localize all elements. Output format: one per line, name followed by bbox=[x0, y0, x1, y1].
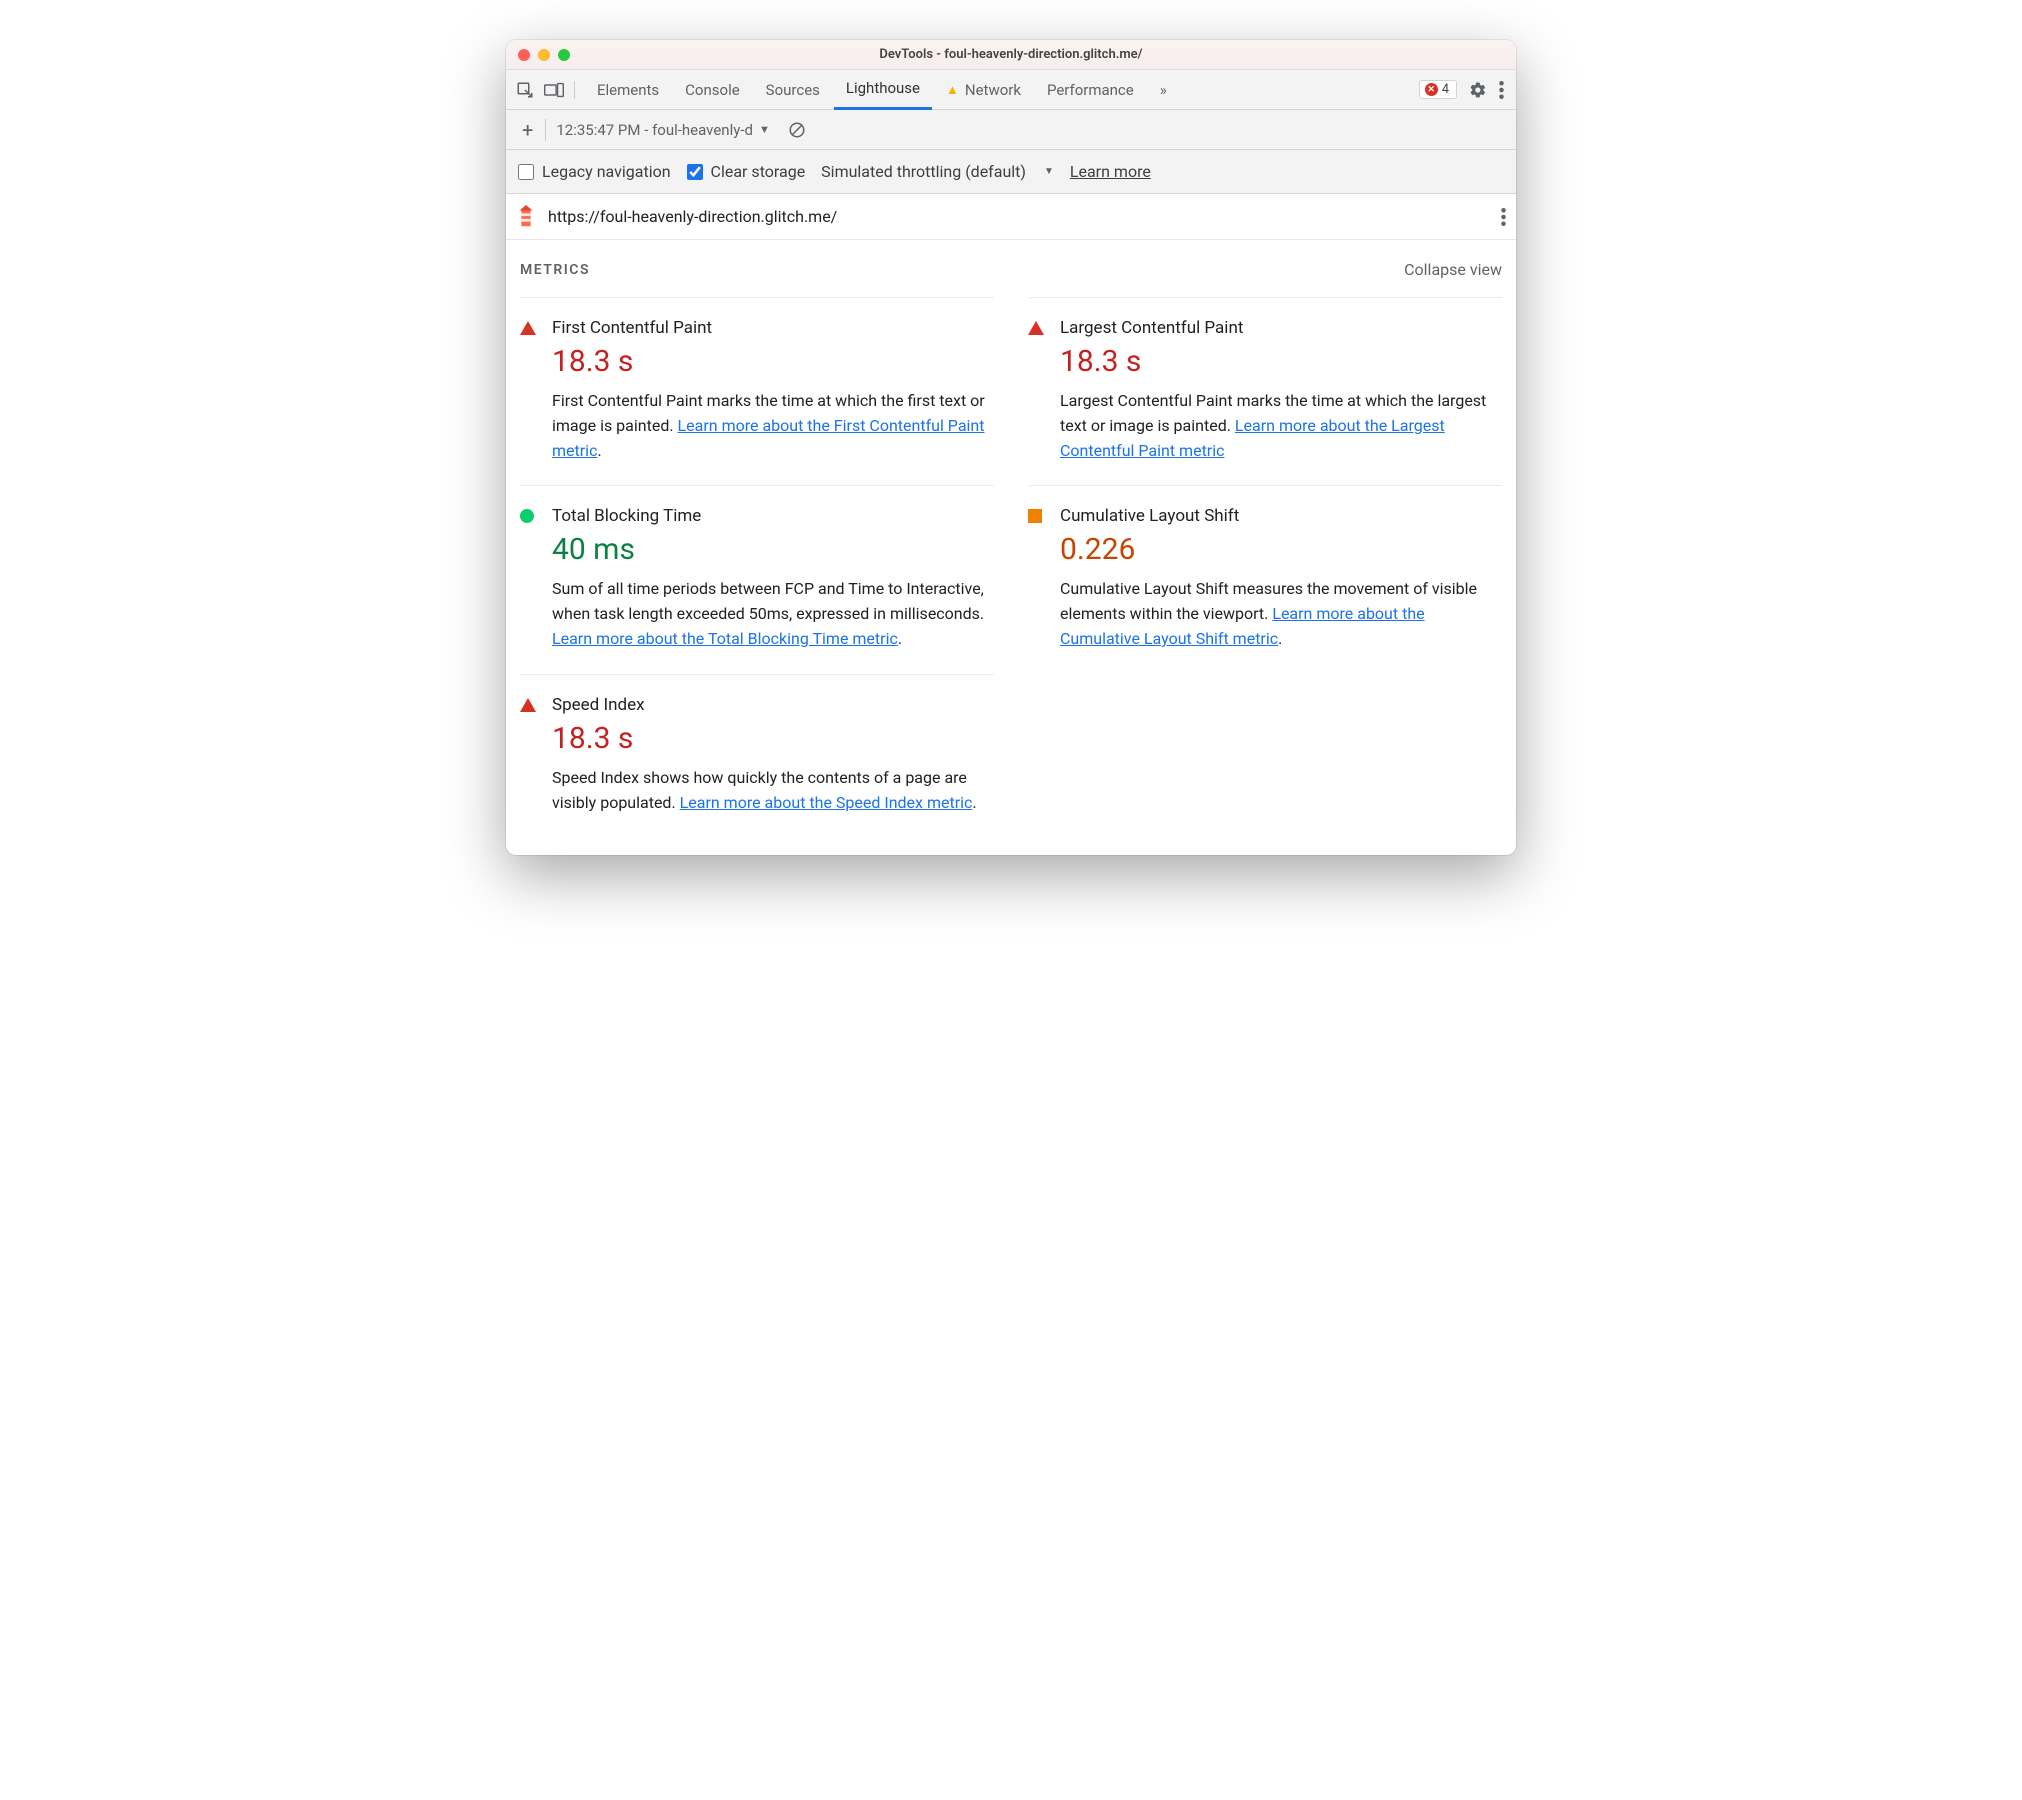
chevron-down-icon: ▼ bbox=[759, 123, 770, 136]
window-title: DevTools - foul-heavenly-direction.glitc… bbox=[506, 47, 1516, 62]
clear-icon[interactable] bbox=[788, 121, 806, 139]
report-url: https://foul-heavenly-direction.glitch.m… bbox=[548, 207, 1501, 226]
status-fail-icon bbox=[1028, 321, 1044, 335]
metric-si: Speed Index 18.3 s Speed Index shows how… bbox=[520, 674, 994, 838]
lighthouse-settings-bar: Legacy navigation Clear storage Simulate… bbox=[506, 150, 1516, 194]
error-icon: ✕ bbox=[1425, 83, 1438, 96]
metric-value: 18.3 s bbox=[552, 721, 994, 756]
metric-fcp: First Contentful Paint 18.3 s First Cont… bbox=[520, 297, 994, 485]
report-label: 12:35:47 PM - foul-heavenly-d bbox=[556, 121, 753, 139]
metric-name: Cumulative Layout Shift bbox=[1060, 506, 1502, 526]
metric-value: 18.3 s bbox=[1060, 344, 1502, 379]
metric-value: 18.3 s bbox=[552, 344, 994, 379]
clear-storage-label: Clear storage bbox=[711, 162, 806, 181]
report-menu-icon[interactable] bbox=[1501, 208, 1506, 226]
status-average-icon bbox=[1028, 509, 1042, 523]
metric-lcp: Largest Contentful Paint 18.3 s Largest … bbox=[1028, 297, 1502, 485]
status-pass-icon bbox=[520, 509, 534, 523]
devtools-window: DevTools - foul-heavenly-direction.glitc… bbox=[506, 40, 1516, 855]
inspect-element-icon[interactable] bbox=[516, 81, 534, 99]
lighthouse-icon bbox=[514, 205, 538, 229]
panel-tabs: Elements Console Sources Lighthouse ▲ Ne… bbox=[585, 70, 1179, 110]
metric-name: Speed Index bbox=[552, 695, 994, 715]
metric-tbt: Total Blocking Time 40 ms Sum of all tim… bbox=[520, 485, 994, 673]
warning-icon: ▲ bbox=[946, 82, 959, 98]
report-url-bar: https://foul-heavenly-direction.glitch.m… bbox=[506, 194, 1516, 240]
collapse-view-button[interactable]: Collapse view bbox=[1404, 260, 1502, 279]
tab-overflow[interactable]: » bbox=[1148, 70, 1179, 110]
main-toolbar: Elements Console Sources Lighthouse ▲ Ne… bbox=[506, 70, 1516, 110]
more-options-icon[interactable] bbox=[1499, 81, 1504, 99]
legacy-navigation-label: Legacy navigation bbox=[542, 162, 671, 181]
metric-description: Largest Contentful Paint marks the time … bbox=[1060, 389, 1502, 463]
tab-sources[interactable]: Sources bbox=[754, 70, 832, 110]
new-report-button[interactable]: + bbox=[514, 118, 541, 142]
lighthouse-session-bar: + 12:35:47 PM - foul-heavenly-d ▼ bbox=[506, 110, 1516, 150]
report-selector[interactable]: 12:35:47 PM - foul-heavenly-d ▼ bbox=[550, 121, 775, 139]
window-titlebar: DevTools - foul-heavenly-direction.glitc… bbox=[506, 40, 1516, 70]
metrics-grid: First Contentful Paint 18.3 s First Cont… bbox=[506, 297, 1516, 855]
metrics-header: METRICS Collapse view bbox=[506, 240, 1516, 297]
learn-more-link[interactable]: Learn more bbox=[1070, 162, 1151, 181]
settings-icon[interactable] bbox=[1469, 81, 1487, 99]
metric-learn-more-link[interactable]: Learn more about the Speed Index metric bbox=[680, 793, 973, 812]
status-fail-icon bbox=[520, 698, 536, 712]
metric-name: Largest Contentful Paint bbox=[1060, 318, 1502, 338]
device-toolbar-icon[interactable] bbox=[544, 81, 564, 99]
throttling-selector[interactable]: Simulated throttling (default) bbox=[821, 162, 1054, 181]
metric-name: First Contentful Paint bbox=[552, 318, 994, 338]
metric-value: 0.226 bbox=[1060, 532, 1502, 567]
metric-learn-more-link[interactable]: Learn more about the Total Blocking Time… bbox=[552, 629, 898, 648]
metric-value: 40 ms bbox=[552, 532, 994, 567]
metric-description: Sum of all time periods between FCP and … bbox=[552, 577, 994, 651]
legacy-navigation-checkbox[interactable]: Legacy navigation bbox=[518, 162, 671, 181]
metrics-title: METRICS bbox=[520, 262, 590, 278]
metric-cls: Cumulative Layout Shift 0.226 Cumulative… bbox=[1028, 485, 1502, 673]
tab-console[interactable]: Console bbox=[673, 70, 752, 110]
clear-storage-checkbox[interactable]: Clear storage bbox=[687, 162, 806, 181]
tab-lighthouse[interactable]: Lighthouse bbox=[834, 70, 932, 110]
error-count-badge[interactable]: ✕ 4 bbox=[1419, 80, 1457, 99]
error-count: 4 bbox=[1442, 82, 1449, 97]
metric-description: Cumulative Layout Shift measures the mov… bbox=[1060, 577, 1502, 651]
metric-description: Speed Index shows how quickly the conten… bbox=[552, 766, 994, 816]
status-fail-icon bbox=[520, 321, 536, 335]
tab-network[interactable]: ▲ Network bbox=[934, 70, 1033, 110]
metric-description: First Contentful Paint marks the time at… bbox=[552, 389, 994, 463]
metric-name: Total Blocking Time bbox=[552, 506, 994, 526]
tab-performance[interactable]: Performance bbox=[1035, 70, 1146, 110]
tab-elements[interactable]: Elements bbox=[585, 70, 671, 110]
